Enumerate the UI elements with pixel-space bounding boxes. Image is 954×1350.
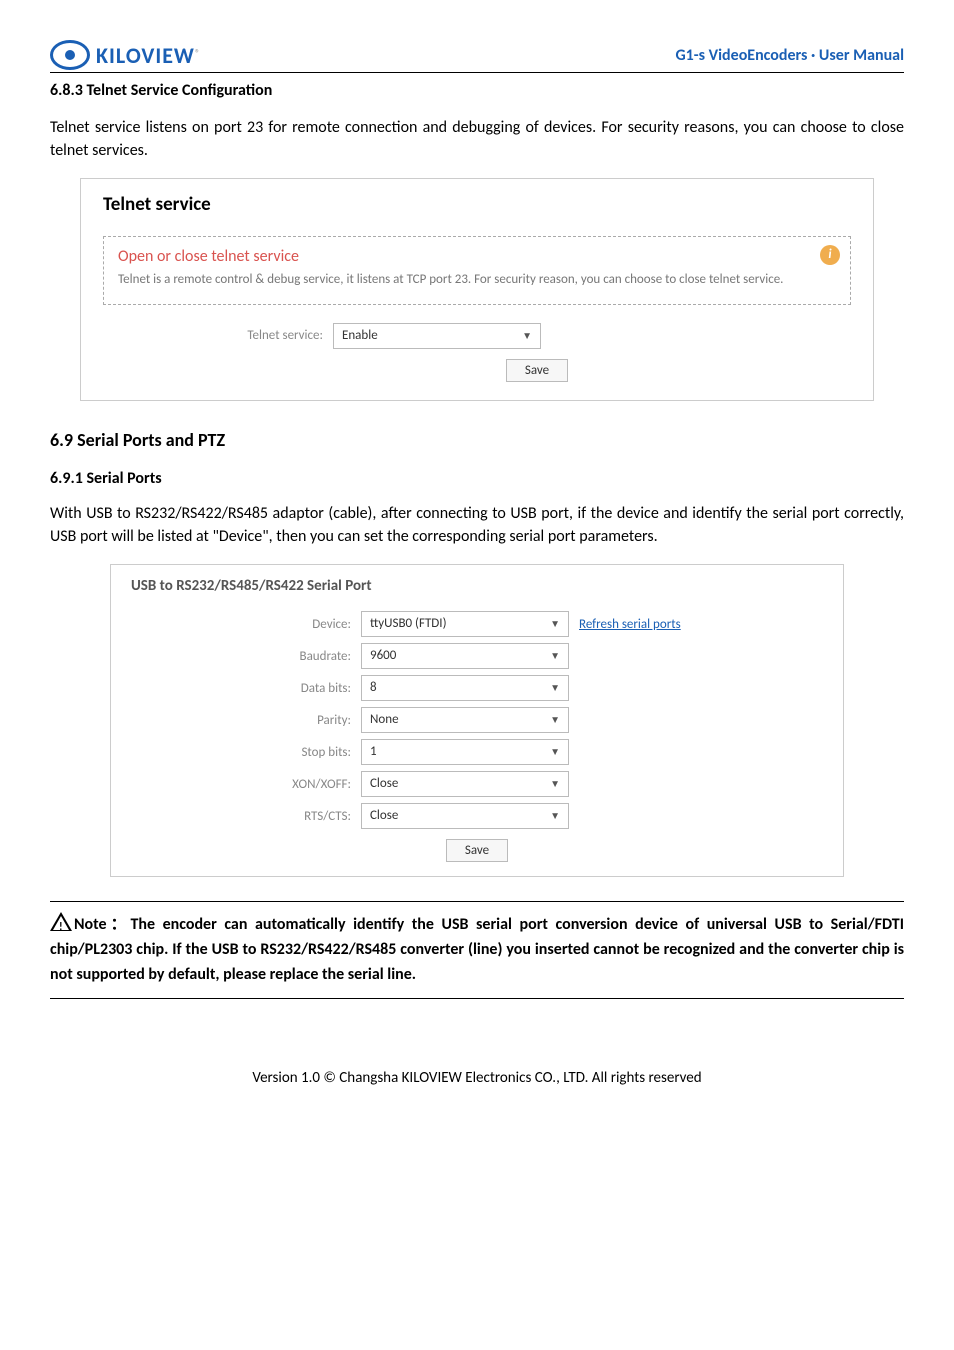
logo-eye-icon <box>50 40 90 70</box>
parity-label: Parity: <box>131 713 361 728</box>
rtscts-value: Close <box>370 804 398 828</box>
telnet-save-button[interactable]: Save <box>506 359 568 382</box>
databits-select[interactable]: 8 ▼ <box>361 675 569 701</box>
heading-6-9: 6.9 Serial Ports and PTZ <box>50 429 904 451</box>
chevron-down-icon: ▼ <box>550 804 560 828</box>
telnet-select-value: Enable <box>342 324 378 348</box>
telnet-enable-select[interactable]: Enable ▼ <box>333 323 541 349</box>
chevron-down-icon: ▼ <box>550 740 560 764</box>
telnet-service-label: Telnet service: <box>103 328 333 343</box>
chevron-down-icon: ▼ <box>522 324 532 348</box>
warning-icon: ! <box>50 912 72 931</box>
rtscts-label: RTS/CTS: <box>131 809 361 824</box>
device-value: ttyUSB0 (FTDI) <box>370 612 447 636</box>
serial-save-button[interactable]: Save <box>446 839 508 862</box>
heading-6-8-3: 6.8.3 Telnet Service Configuration <box>50 81 904 100</box>
info-icon: i <box>820 245 840 265</box>
telnet-info-body: Telnet is a remote control & debug servi… <box>118 270 836 290</box>
document-title: G1-s VideoEncoders · User Manual <box>675 46 904 65</box>
paragraph-telnet-intro: Telnet service listens on port 23 for re… <box>50 116 904 162</box>
parity-value: None <box>370 708 399 732</box>
xonxoff-label: XON/XOFF: <box>131 777 361 792</box>
serial-port-panel: USB to RS232/RS485/RS422 Serial Port Dev… <box>110 564 844 877</box>
paragraph-serial-intro: With USB to RS232/RS422/RS485 adaptor (c… <box>50 502 904 548</box>
rtscts-select[interactable]: Close ▼ <box>361 803 569 829</box>
brand-name: KILOVIEW <box>96 42 195 69</box>
chevron-down-icon: ▼ <box>550 644 560 668</box>
stopbits-label: Stop bits: <box>131 745 361 760</box>
telnet-panel-title: Telnet service <box>103 193 851 216</box>
baudrate-label: Baudrate: <box>131 649 361 664</box>
stopbits-value: 1 <box>370 740 377 764</box>
parity-select[interactable]: None ▼ <box>361 707 569 733</box>
databits-value: 8 <box>370 676 377 700</box>
chevron-down-icon: ▼ <box>550 612 560 636</box>
heading-6-9-1: 6.9.1 Serial Ports <box>50 469 904 488</box>
device-select[interactable]: ttyUSB0 (FTDI) ▼ <box>361 611 569 637</box>
xonxoff-value: Close <box>370 772 398 796</box>
device-label: Device: <box>131 617 361 632</box>
chevron-down-icon: ▼ <box>550 772 560 796</box>
note-block: !Note：The encoder can automatically iden… <box>50 901 904 998</box>
telnet-info-title: Open or close telnet service <box>118 247 836 266</box>
page-footer: Version 1.0 © Changsha KILOVIEW Electron… <box>50 1069 904 1087</box>
telnet-info-box: i Open or close telnet service Telnet is… <box>103 236 851 305</box>
page-header: KILOVIEW® G1-s VideoEncoders · User Manu… <box>50 40 904 73</box>
telnet-service-panel: Telnet service i Open or close telnet se… <box>80 178 874 401</box>
refresh-serial-link[interactable]: Refresh serial ports <box>579 617 681 632</box>
xonxoff-select[interactable]: Close ▼ <box>361 771 569 797</box>
databits-label: Data bits: <box>131 681 361 696</box>
note-label: Note： <box>74 915 130 934</box>
brand-logo: KILOVIEW® <box>50 40 200 70</box>
serial-panel-title: USB to RS232/RS485/RS422 Serial Port <box>131 577 823 595</box>
chevron-down-icon: ▼ <box>550 708 560 732</box>
chevron-down-icon: ▼ <box>550 676 560 700</box>
note-body: The encoder can automatically identify t… <box>50 915 904 984</box>
baudrate-select[interactable]: 9600 ▼ <box>361 643 569 669</box>
stopbits-select[interactable]: 1 ▼ <box>361 739 569 765</box>
baudrate-value: 9600 <box>370 644 396 668</box>
brand-registered: ® <box>195 46 200 59</box>
